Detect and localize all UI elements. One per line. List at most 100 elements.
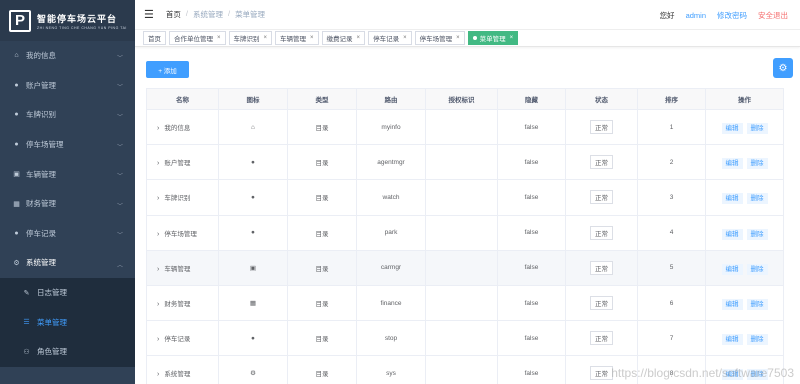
sidebar-item-label: 系统管理 [26,258,56,268]
edit-button[interactable]: 编辑 [721,228,743,240]
edit-button[interactable]: 编辑 [721,299,743,311]
tab-tag[interactable]: 首页 [143,31,166,45]
close-icon[interactable]: × [264,35,268,41]
tab-tag[interactable]: 缴费记录 × [321,31,366,45]
sidebar-item[interactable]: ● 账户管理 ﹀ [0,71,135,101]
tag-label: 合作单位管理 [174,36,213,43]
delete-button[interactable]: 删除 [746,193,768,205]
sidebar-item[interactable]: ⚙ 系统管理 ︿ [0,248,135,278]
cell-perm [425,108,498,146]
column-header: 路由 [356,88,426,110]
delete-button[interactable]: 删除 [746,228,768,240]
tab-tag[interactable]: 车牌识别 × [228,31,273,45]
edit-button[interactable]: 编辑 [721,334,743,346]
cell-route: carmgr [356,249,426,286]
edit-button[interactable]: 编辑 [721,123,743,135]
sidebar-item[interactable]: ⌂ 我的信息 ﹀ [0,41,135,71]
delete-button[interactable]: 删除 [746,334,768,346]
close-icon[interactable]: × [510,35,514,41]
add-button[interactable]: + 添加 [146,61,189,78]
breadcrumb-home[interactable]: 首页 [166,9,181,20]
table-row[interactable]: › 车辆管理 ▣ 目录 carmgr false 正常 5 编辑 删除 [146,249,784,286]
table-row[interactable]: › 停车记录 ● 目录 stop false 正常 7 编辑 删除 [146,320,784,357]
table-row[interactable]: › 账户管理 ● 目录 agentmgr false 正常 2 编辑 删除 [146,144,784,181]
cell-type: 目录 [287,320,357,357]
expand-chevron-icon[interactable]: › [157,336,159,343]
cell-route: stop [356,320,426,357]
menu-table: 名称 图标 类型 路由 授权标识 隐藏 状态 排序 操作 › 我的信息 ⌂ 目录 myinfo false… [146,88,784,384]
expand-chevron-icon[interactable]: › [157,371,159,378]
logo: P 智能停车场云平台 ZHI NENG TING CHE CHANG YUN P… [0,0,135,41]
submenu-item[interactable]: ✎ 日志管理 [0,278,135,308]
user-icon: ● [14,81,19,89]
sidebar-item-label: 车辆管理 [26,169,56,179]
expand-chevron-icon[interactable]: › [157,301,159,308]
submenu-item[interactable]: ⚇ 角色管理 [0,337,135,367]
sidebar-item[interactable]: ● 车牌识别 ﹀ [0,100,135,130]
username-link[interactable]: admin [686,11,706,20]
user-icon: ● [251,334,255,342]
tab-tag[interactable]: 菜单管理 × [467,31,519,45]
expand-chevron-icon[interactable]: › [157,231,159,238]
tab-tag[interactable]: 停车场管理 × [414,31,465,45]
cell-route: park [356,214,426,251]
tab-tag[interactable]: 合作单位管理 × [169,31,226,45]
edit-button[interactable]: 编辑 [721,158,743,170]
breadcrumb-system: 系统管理 [192,10,223,19]
chevron-down-icon: ﹀ [116,174,123,181]
tag-label: 停车场管理 [419,36,453,43]
logo-title: 智能停车场云平台 [37,13,118,24]
sidebar-item[interactable]: ▣ 车辆管理 ﹀ [0,159,135,189]
cell-perm [425,214,498,251]
expand-chevron-icon[interactable]: › [157,160,159,167]
close-icon[interactable]: × [310,35,314,41]
delete-button[interactable]: 删除 [746,299,768,311]
expand-chevron-icon[interactable]: › [157,125,159,132]
sidebar-item[interactable]: ● 停车场管理 ﹀ [0,130,135,160]
cell-sort: 3 [637,179,706,216]
chevron-down-icon: ﹀ [116,55,123,62]
logo-mark: P [9,9,31,32]
table-row[interactable]: › 停车场管理 ● 目录 park false 正常 4 编辑 删除 [146,214,784,251]
close-icon[interactable]: × [403,35,407,41]
edit-button[interactable]: 编辑 [721,263,743,275]
expand-chevron-icon[interactable]: › [157,266,159,273]
column-header: 授权标识 [425,88,498,110]
table-row[interactable]: › 车牌识别 ● 目录 watch false 正常 3 编辑 删除 [146,179,784,216]
expand-chevron-icon[interactable]: › [157,195,159,202]
greeting-text: 您好 [659,10,675,20]
chevron-down-icon: ﹀ [116,233,123,240]
delete-button[interactable]: 删除 [746,123,768,135]
close-icon[interactable]: × [456,35,460,41]
cell-perm [425,284,498,322]
hamburger-icon[interactable]: ☰ [144,8,154,21]
sidebar-item[interactable]: ● 停车记录 ﹀ [0,219,135,249]
edit-button[interactable]: 编辑 [721,193,743,205]
submenu-item[interactable]: ☰ 菜单管理 [0,307,135,337]
tab-tag[interactable]: 停车记录 × [368,31,412,45]
tab-tag[interactable]: 车辆管理 × [275,31,319,45]
top-header: ☰ 首页 / 系统管理 / 菜单管理 您好 admin 修改密码 安全退出 [135,0,800,30]
change-password-link[interactable]: 修改密码 [717,10,747,21]
cell-route: sys [356,355,426,384]
sidebar-item-label: 停车场管理 [26,140,64,150]
table-row[interactable]: › 财务管理 ▦ 目录 finance false 正常 6 编辑 删除 [146,284,784,322]
log-icon: ✎ [23,289,30,297]
cell-name: 我的信息 [164,125,191,133]
table-row[interactable]: › 我的信息 ⌂ 目录 myinfo false 正常 1 编辑 删除 [146,108,784,146]
cell-name: 财务管理 [164,301,191,309]
gear-icon: ⚙ [13,259,20,267]
delete-button[interactable]: 删除 [746,263,768,275]
sidebar-item[interactable]: ▦ 财务管理 ﹀ [0,189,135,219]
close-icon[interactable]: × [357,35,361,41]
cell-sort: 7 [637,320,706,357]
delete-button[interactable]: 删除 [746,158,768,170]
settings-button[interactable]: ⚙ [773,58,793,78]
user-icon: ● [251,158,255,166]
chevron-down-icon: ﹀ [116,144,123,151]
logout-link[interactable]: 安全退出 [758,10,788,21]
close-icon[interactable]: × [217,35,221,41]
table-icon: ▦ [249,300,257,308]
sidebar: P 智能停车场云平台 ZHI NENG TING CHE CHANG YUN P… [0,0,135,384]
cell-type: 目录 [287,108,357,146]
